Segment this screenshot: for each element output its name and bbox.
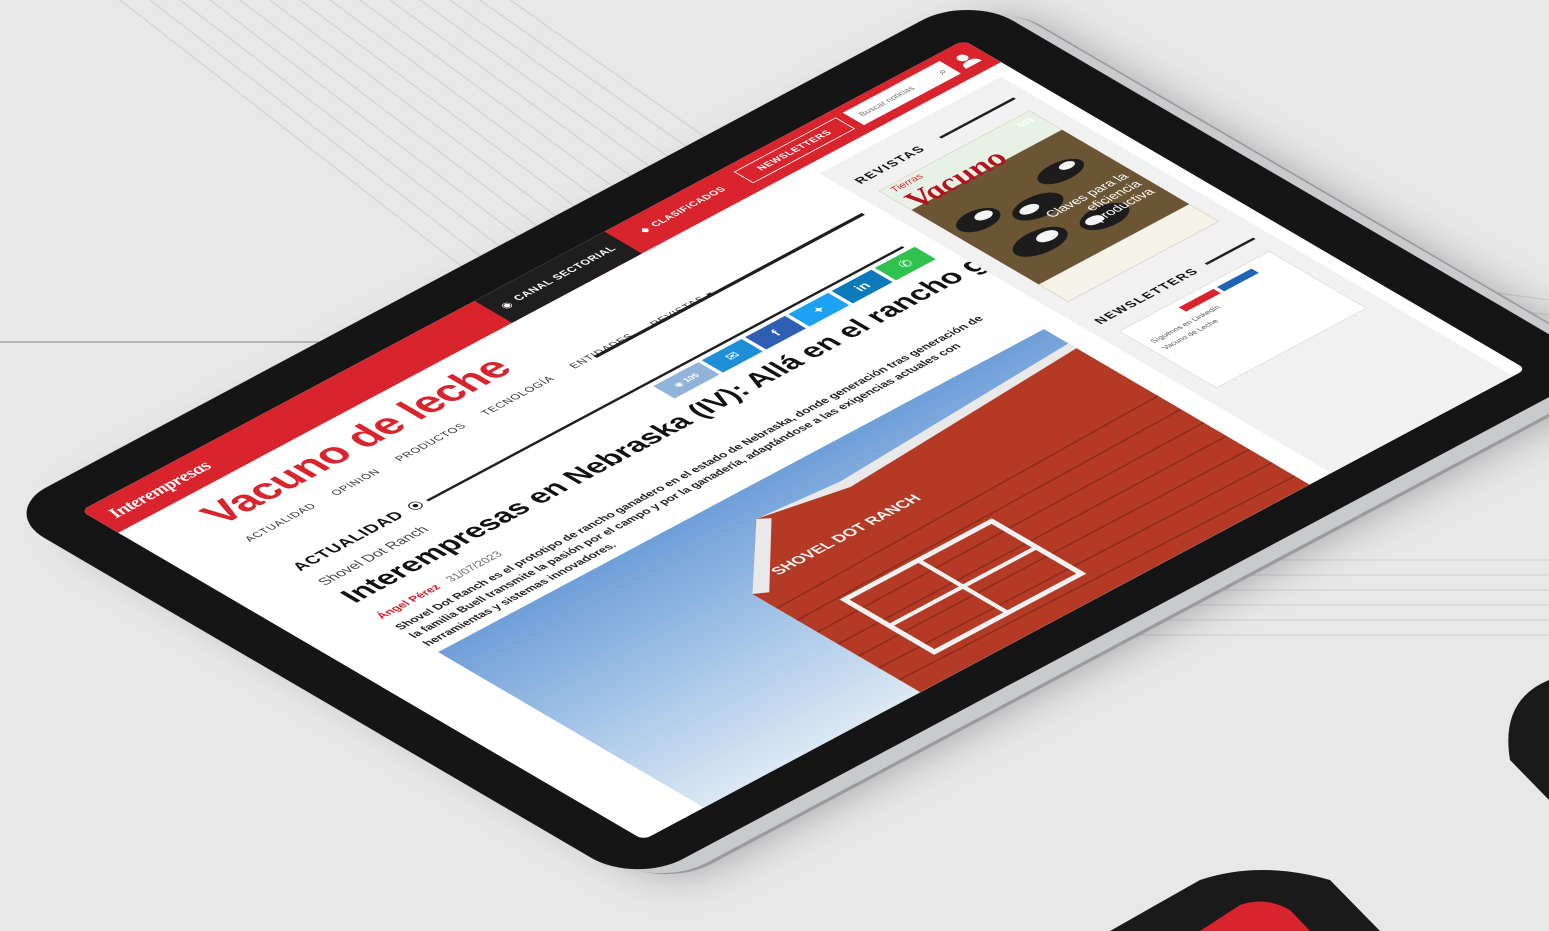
twitter-icon: ✦ [806,302,830,316]
channel-tab[interactable]: ◉ CANAL SECTORIAL [474,231,642,323]
newsletter-preview[interactable]: Síguenos en LinkedIn Vacuno de Leche [1118,250,1368,389]
stage: Interempresas ◉ CANAL SECTORIAL ◆ CLASIF… [0,0,1549,931]
device-edge-right [1508,680,1549,800]
user-icon[interactable] [947,50,984,71]
email-icon: ✉ [720,349,744,363]
channel-label: CANAL SECTORIAL [511,244,620,303]
classifieds-label: CLASIFICADOS [648,185,729,229]
search-input[interactable] [853,71,942,120]
newsletter-pill-blue [1216,268,1259,292]
linkedin-icon: in [850,279,874,294]
classifieds-button[interactable]: ◆ CLASIFICADOS [621,176,744,243]
whatsapp-icon: ✆ [893,256,917,270]
channel-icon: ◉ [497,299,517,311]
views-count: 105 [680,371,702,384]
facebook-icon: f [766,327,785,338]
rss-icon: ⦿ [404,498,429,513]
tag-icon: ◆ [637,225,654,235]
